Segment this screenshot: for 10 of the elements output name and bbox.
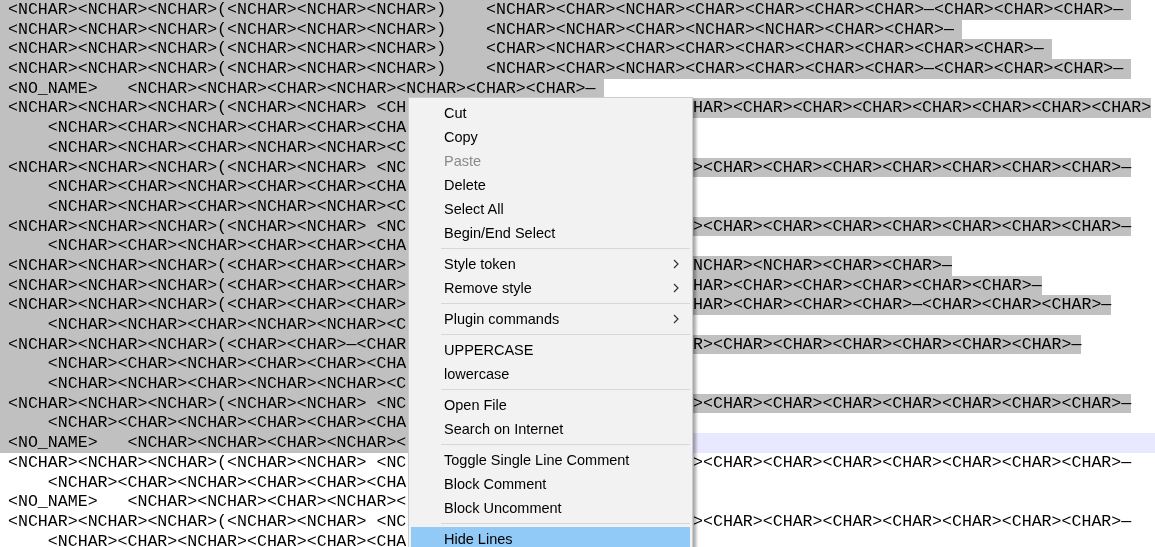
menu-item[interactable]: Hide Lines bbox=[411, 527, 690, 547]
menu-item[interactable]: Block Uncomment bbox=[411, 496, 690, 520]
code-line: <NCHAR><CHAR><NCHAR><CHAR><CHAR><CHA bbox=[46, 531, 408, 547]
code-line: ><CHAR><CHAR><CHAR><CHAR><CHAR><CHAR><CHAR>— bbox=[693, 452, 1132, 473]
code-line: <NO_NAME> <NCHAR><NCHAR><CHAR><NCHAR>< bbox=[7, 492, 408, 512]
code-line: <NCHAR><NCHAR><NCHAR>(<NCHAR><NCHAR> <NC bbox=[7, 452, 408, 473]
code-line: <NCHAR><NCHAR><NCHAR>(<NCHAR><NCHAR> <NC bbox=[7, 511, 408, 532]
code-line: <NCHAR><CHAR><NCHAR><CHAR><CHAR><CHA bbox=[46, 472, 408, 493]
menu-item[interactable]: Block Comment bbox=[411, 472, 690, 496]
code-line: ><CHAR><CHAR><CHAR><CHAR><CHAR><CHAR><CHAR>— bbox=[693, 511, 1132, 532]
